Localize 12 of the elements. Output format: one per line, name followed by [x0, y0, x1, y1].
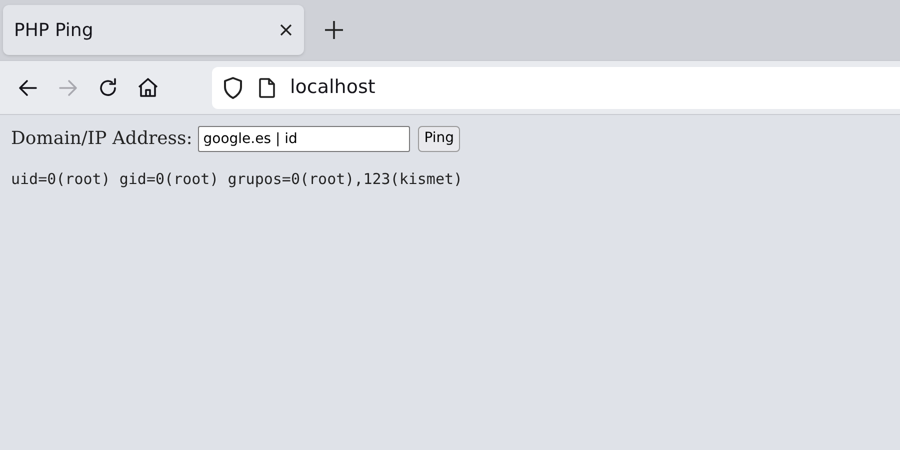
- domain-input[interactable]: google.es | id: [198, 126, 410, 152]
- browser-tab[interactable]: PHP Ping: [3, 5, 304, 55]
- form-label: Domain/IP Address:: [11, 127, 192, 151]
- page-icon: [258, 76, 276, 98]
- shield-icon[interactable]: [222, 76, 244, 100]
- home-icon[interactable]: [136, 76, 160, 100]
- url-text: localhost: [290, 75, 376, 100]
- ping-button[interactable]: Ping: [418, 126, 460, 152]
- command-output: uid=0(root) gid=0(root) grupos=0(root),123(kismet): [11, 169, 464, 190]
- new-tab-icon[interactable]: [324, 20, 344, 40]
- address-bar[interactable]: localhost: [212, 66, 900, 108]
- close-icon[interactable]: [279, 23, 293, 37]
